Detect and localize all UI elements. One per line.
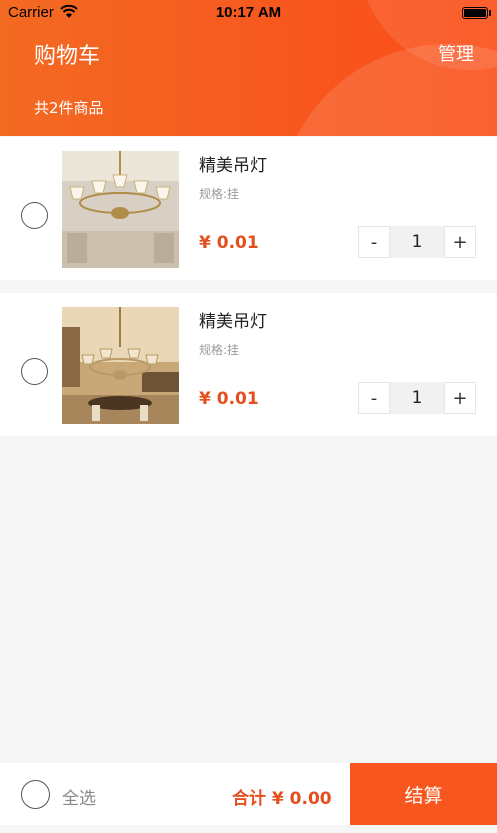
battery-tip (489, 10, 491, 16)
cart-item: 精美吊灯 规格:挂 ¥ 0.01 - 1 + (0, 293, 497, 436)
decrease-button[interactable]: - (358, 226, 390, 258)
quantity-stepper: - 1 + (358, 382, 476, 414)
cart-item: 精美吊灯 规格:挂 ¥ 0.01 - 1 + (0, 137, 497, 280)
quantity-value[interactable]: 1 (390, 226, 444, 258)
increase-button[interactable]: + (444, 226, 476, 258)
quantity-stepper: - 1 + (358, 226, 476, 258)
increase-button[interactable]: + (444, 382, 476, 414)
select-all-radio[interactable] (21, 780, 50, 809)
checkout-button[interactable]: 结算 (350, 763, 497, 825)
product-image[interactable] (62, 151, 179, 268)
clock: 10:17 AM (215, 4, 282, 21)
item-count: 共2件商品 (34, 99, 104, 117)
quantity-value[interactable]: 1 (390, 382, 444, 414)
product-image[interactable] (62, 307, 179, 424)
page-title: 购物车 (34, 44, 101, 69)
checkout-bar: 全选 合计 ¥ 0.00 结算 (0, 763, 497, 825)
item-select-radio[interactable] (21, 202, 48, 229)
battery-icon (462, 7, 488, 19)
product-price: ¥ 0.01 (199, 233, 259, 253)
product-name[interactable]: 精美吊灯 (199, 307, 267, 332)
product-price: ¥ 0.01 (199, 389, 259, 409)
product-spec: 规格:挂 (199, 187, 240, 201)
total-price: 合计 ¥ 0.00 (232, 789, 332, 809)
product-spec: 规格:挂 (199, 343, 240, 357)
status-bar: Carrier 10:17 AM (0, 0, 497, 26)
manage-button[interactable]: 管理 (438, 40, 474, 66)
select-all-label[interactable]: 全选 (62, 784, 96, 809)
header-bar: Carrier 10:17 AM 购物车 管理 共2件商品 (0, 0, 497, 136)
decrease-button[interactable]: - (358, 382, 390, 414)
product-name[interactable]: 精美吊灯 (199, 151, 267, 176)
item-select-radio[interactable] (21, 358, 48, 385)
